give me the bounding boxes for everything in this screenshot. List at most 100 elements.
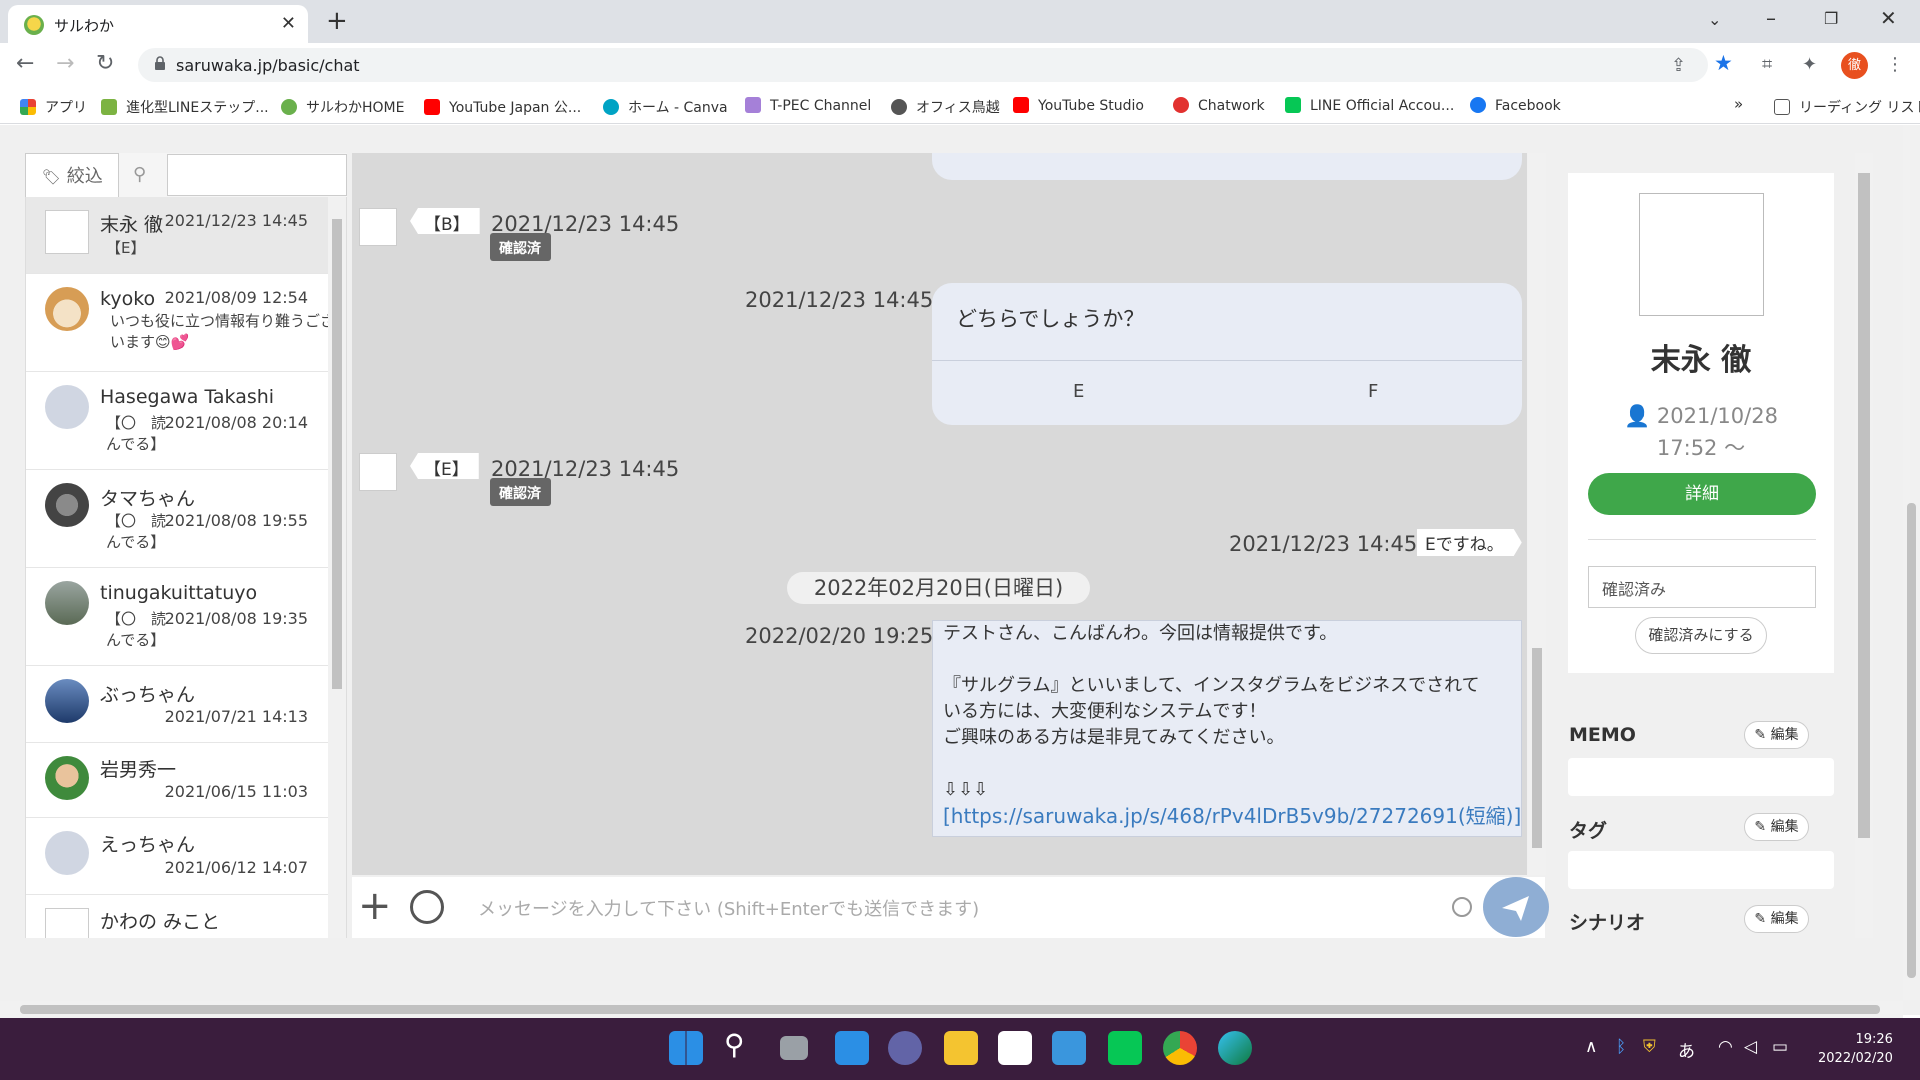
file-explorer-icon[interactable] bbox=[944, 1031, 978, 1065]
bookmark-office-torigoe[interactable]: オフィス鳥越 bbox=[891, 97, 1000, 117]
chrome-icon[interactable] bbox=[1163, 1031, 1197, 1065]
edit-scenario-button[interactable]: ✎ 編集 bbox=[1744, 905, 1809, 933]
battery-icon[interactable]: ▭ bbox=[1772, 1037, 1788, 1057]
tag-box[interactable] bbox=[1568, 851, 1834, 889]
contact-item[interactable]: tinugakuittatuyo 2021/08/08 19:35 【〇 読んで… bbox=[26, 568, 328, 666]
bookmark-label: T-PEC Channel bbox=[770, 98, 872, 114]
bookmark-chatwork[interactable]: Chatwork bbox=[1173, 97, 1265, 114]
tray-overflow-icon[interactable]: ∧ bbox=[1585, 1037, 1597, 1057]
scrollbar-thumb[interactable] bbox=[1532, 648, 1542, 848]
address-bar[interactable]: saruwaka.jp/basic/chat ⇪ bbox=[138, 48, 1708, 82]
bookmark-saruwaka-home[interactable]: サルわかHOME bbox=[281, 97, 404, 117]
tab-search-icon[interactable]: ⌄ bbox=[1708, 10, 1721, 29]
bookmark-label: ホーム - Canva bbox=[628, 100, 728, 116]
minimize-icon[interactable]: – bbox=[1766, 6, 1776, 30]
back-icon[interactable]: ← bbox=[16, 51, 34, 76]
search-icon[interactable]: ⚲ bbox=[133, 164, 146, 185]
avatar bbox=[45, 679, 89, 723]
scrollbar-thumb[interactable] bbox=[1907, 503, 1916, 978]
new-tab-icon[interactable]: + bbox=[326, 6, 348, 36]
extensions-icon[interactable]: ✦ bbox=[1802, 54, 1817, 75]
contact-item[interactable]: えっちゃん 2021/06/12 14:07 bbox=[26, 818, 328, 895]
store-icon[interactable] bbox=[998, 1031, 1032, 1065]
scrollbar-thumb[interactable] bbox=[1858, 173, 1870, 838]
edit-tag-button[interactable]: ✎ 編集 bbox=[1744, 813, 1809, 841]
volume-icon[interactable]: ◁ bbox=[1744, 1037, 1757, 1057]
bookmark-facebook[interactable]: Facebook bbox=[1470, 97, 1561, 114]
forward-icon[interactable]: → bbox=[56, 51, 74, 76]
more-menu-icon[interactable]: ⋮ bbox=[1886, 54, 1904, 75]
bluetooth-icon[interactable]: ᛒ bbox=[1616, 1037, 1626, 1057]
emoji-icon[interactable] bbox=[410, 890, 444, 924]
task-view-icon[interactable] bbox=[780, 1036, 808, 1060]
system-clock[interactable]: 19:26 2022/02/20 bbox=[1818, 1030, 1893, 1068]
search-taskbar-icon[interactable]: ⚲ bbox=[724, 1028, 758, 1062]
notepad-icon[interactable] bbox=[1052, 1031, 1086, 1065]
reload-icon[interactable]: ↻ bbox=[96, 51, 114, 76]
profile-avatar[interactable]: 徹 bbox=[1841, 52, 1868, 79]
read-status-badge: 確認済 bbox=[490, 233, 551, 261]
contact-item[interactable]: kyoko 2021/08/09 12:54 いつも役に立つ情報有り難うございま… bbox=[26, 274, 335, 372]
detail-button[interactable]: 詳細 bbox=[1588, 473, 1816, 515]
share-icon[interactable]: ⇪ bbox=[1671, 55, 1686, 76]
contact-list-scrollbar[interactable] bbox=[328, 197, 346, 938]
reading-list[interactable]: リーディング リスト bbox=[1774, 97, 1920, 117]
status-field[interactable]: 確認済み bbox=[1588, 566, 1816, 608]
scrollbar-thumb[interactable] bbox=[332, 219, 342, 689]
line-app-icon[interactable] bbox=[1108, 1031, 1142, 1065]
window-close-icon[interactable]: ✕ bbox=[1880, 6, 1897, 30]
chatwork-icon bbox=[1173, 97, 1189, 113]
browser-tab[interactable]: サルわか ✕ bbox=[8, 5, 308, 43]
edge-icon[interactable] bbox=[1218, 1031, 1252, 1065]
wifi-icon[interactable]: ◠ bbox=[1718, 1037, 1733, 1057]
message-input[interactable]: メッセージを入力して下さい (Shift+Enterでも送信できます) bbox=[478, 895, 979, 921]
filter-button[interactable]: 🏷 絞込 bbox=[25, 153, 119, 197]
memo-box[interactable] bbox=[1568, 758, 1834, 796]
tab-title: サルわか bbox=[54, 17, 115, 35]
devtools-extension-icon[interactable]: ⌗ bbox=[1762, 54, 1772, 75]
ime-indicator[interactable]: あ bbox=[1678, 1037, 1695, 1062]
canva-icon bbox=[603, 99, 619, 115]
bookmark-tpec[interactable]: T-PEC Channel bbox=[745, 97, 871, 114]
contact-search-input[interactable] bbox=[167, 154, 347, 196]
bookmark-apps[interactable]: アプリ bbox=[20, 97, 87, 117]
emoji-small-icon[interactable] bbox=[1452, 897, 1472, 917]
saruwaka-icon bbox=[281, 99, 297, 115]
more-bookmarks-icon[interactable]: » bbox=[1734, 95, 1743, 113]
bookmark-youtube-japan[interactable]: YouTube Japan 公... bbox=[424, 97, 581, 117]
add-attachment-icon[interactable]: + bbox=[358, 883, 392, 929]
contact-item[interactable]: 末永 徹 2021/12/23 14:45 【E】 bbox=[26, 197, 328, 274]
bookmark-canva[interactable]: ホーム - Canva bbox=[603, 97, 728, 117]
page-horizontal-scrollbar[interactable] bbox=[0, 1001, 1903, 1018]
edit-memo-button[interactable]: ✎ 編集 bbox=[1744, 721, 1809, 749]
contact-item[interactable]: 岩男秀一 2021/06/15 11:03 bbox=[26, 743, 328, 818]
page-vertical-scrollbar[interactable] bbox=[1903, 125, 1920, 1000]
bookmark-line-official[interactable]: LINE Official Accou... bbox=[1285, 97, 1454, 114]
edit-label: 編集 bbox=[1770, 911, 1799, 927]
contact-item[interactable]: タマちゃん 2021/08/08 19:55 【〇 読んでる】 bbox=[26, 470, 328, 568]
bookmark-star-icon[interactable]: ★ bbox=[1714, 51, 1733, 75]
security-icon[interactable]: ⛨ bbox=[1643, 1037, 1656, 1057]
choice-option-e[interactable]: E bbox=[1073, 381, 1084, 402]
message-link[interactable]: [https://saruwaka.jp/s/468/rPv4lDrB5v9b/… bbox=[943, 803, 1521, 829]
chat-scrollbar[interactable] bbox=[1528, 153, 1546, 875]
contact-item[interactable]: Hasegawa Takashi 2021/08/08 20:14 【〇 読んで… bbox=[26, 372, 328, 470]
restore-icon[interactable]: ❐ bbox=[1824, 9, 1838, 28]
bookmark-line-step[interactable]: 進化型LINEステップ... bbox=[101, 97, 269, 117]
contact-time: 2021/07/21 14:13 bbox=[164, 707, 308, 726]
contact-item[interactable]: ぶっちゃん 2021/07/21 14:13 bbox=[26, 666, 328, 743]
contact-item[interactable]: かわの みこと bbox=[26, 895, 328, 938]
contact-name: Hasegawa Takashi bbox=[100, 386, 275, 408]
scrollbar-thumb[interactable] bbox=[20, 1005, 1880, 1014]
mark-confirmed-button[interactable]: 確認済みにする bbox=[1635, 617, 1767, 654]
chat-teams-icon[interactable] bbox=[888, 1031, 922, 1065]
contact-name: ぶっちゃん bbox=[100, 684, 196, 706]
close-tab-icon[interactable]: ✕ bbox=[281, 13, 296, 34]
profile-scrollbar[interactable] bbox=[1855, 153, 1873, 938]
memo-title: MEMO bbox=[1569, 724, 1636, 746]
choice-option-f[interactable]: F bbox=[1368, 381, 1378, 402]
send-button[interactable] bbox=[1483, 877, 1549, 937]
bookmark-youtube-studio[interactable]: YouTube Studio bbox=[1013, 97, 1144, 114]
widgets-icon[interactable] bbox=[835, 1031, 869, 1065]
start-icon[interactable] bbox=[669, 1031, 703, 1065]
